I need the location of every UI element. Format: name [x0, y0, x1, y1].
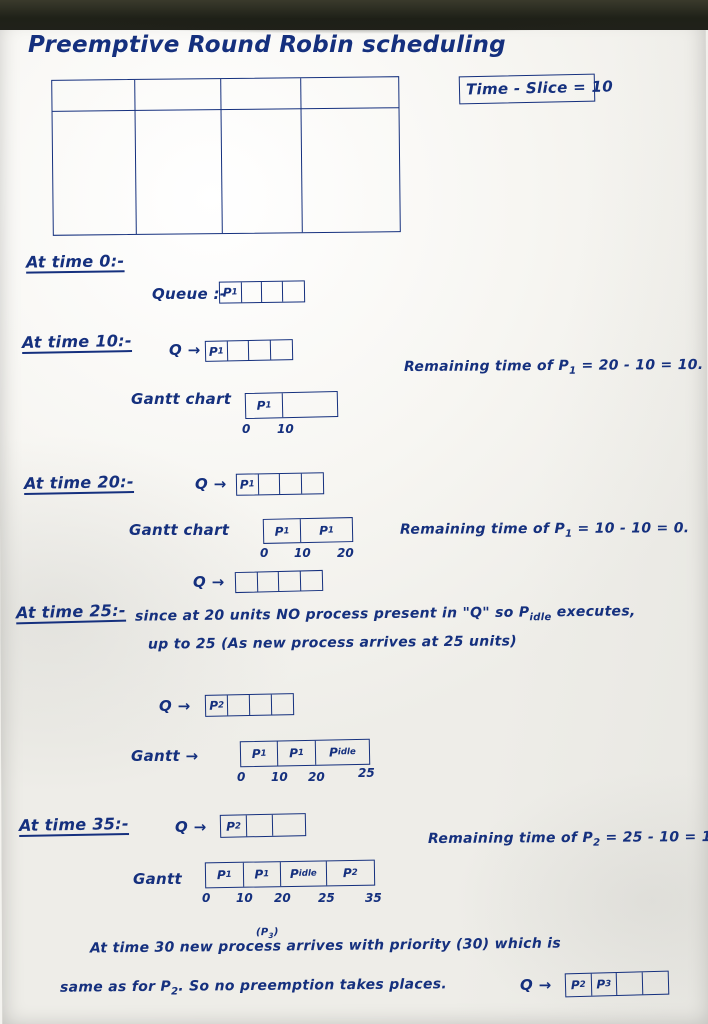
- queue-label-t35: Q →: [175, 818, 207, 836]
- footer-superscript: (P3): [255, 926, 279, 940]
- gantt-cell: P1: [243, 862, 282, 887]
- queue-cell: P2: [220, 815, 248, 837]
- tick-label: 20: [274, 891, 291, 905]
- queue-cell: [241, 282, 263, 303]
- gantt-cell: [283, 392, 337, 417]
- queue-cell: P3: [591, 973, 618, 996]
- gantt-box-t25: P1 P1 Pidle: [239, 738, 371, 768]
- queue-box-t35: P2: [219, 813, 307, 838]
- tick-label: 10: [271, 770, 288, 784]
- gantt-cell: P1: [263, 519, 302, 543]
- handwritten-note-photo: Preemptive Round Robin scheduling Time -…: [0, 0, 708, 1024]
- remaining-note-t20: Remaining time of P1 = 10 - 10 = 0.: [399, 520, 690, 540]
- queue-cell: [270, 340, 292, 359]
- tick-label: 10: [294, 546, 311, 560]
- gantt-label-t10: Gantt chart: [131, 390, 232, 408]
- queue-cell: [227, 341, 250, 361]
- gantt-cell: Pidle: [328, 745, 356, 760]
- queue-label-t0: Queue :-: [152, 285, 227, 303]
- tick-label: 35: [365, 891, 382, 905]
- queue-box-t0: P1: [218, 280, 306, 304]
- desk-background: [0, 0, 708, 40]
- queue-cell: [279, 473, 302, 494]
- queue-cell: P2: [565, 973, 592, 997]
- footer-queue-box: P2 P3: [564, 970, 670, 998]
- tick-label: 10: [277, 422, 294, 436]
- queue-label-empty-t25: Q →: [193, 573, 225, 591]
- step-heading-t20: At time 20:-: [23, 472, 135, 493]
- queue-label-t20: Q →: [195, 475, 227, 493]
- gantt-box-t20: P1 P1: [262, 517, 354, 544]
- step-heading-t0: At time 0:-: [25, 251, 125, 272]
- step-heading-t35: At time 35:-: [18, 814, 130, 835]
- queue-cell: [273, 814, 305, 836]
- queue-box-empty-t25: [234, 569, 324, 594]
- queue-cell: [257, 572, 280, 592]
- gantt-label-t25: Gantt →: [131, 747, 199, 765]
- queue-cell: [642, 972, 668, 995]
- tick-label: 0: [237, 770, 246, 784]
- tick-label: 25: [318, 891, 335, 905]
- step-heading-t10: At time 10:-: [21, 331, 133, 352]
- queue-label-t10: Q →: [169, 341, 201, 359]
- queue-cell: [249, 694, 272, 715]
- gantt-cell: P1: [205, 862, 244, 888]
- gantt-cell: P2: [342, 866, 358, 881]
- queue-cell: [282, 281, 304, 301]
- queue-cell: [300, 571, 322, 591]
- tick-label: 25: [358, 766, 375, 780]
- gantt-box-t35: P1 P1 Pidle P2: [204, 859, 376, 889]
- queue-cell: P1: [205, 341, 228, 361]
- queue-cell: [258, 474, 281, 495]
- queue-cell: [235, 572, 258, 593]
- queue-box-t25: P2: [204, 693, 295, 717]
- gantt-cell: P1: [319, 523, 335, 538]
- remaining-note-t10: Remaining time of P1 = 20 - 10 = 10.: [403, 356, 704, 377]
- queue-cell: [246, 814, 274, 837]
- tick-label: 0: [242, 422, 251, 436]
- tick-label: 0: [260, 546, 269, 560]
- tick-label: 0: [202, 891, 211, 905]
- queue-cell: P2: [205, 695, 229, 716]
- step-heading-t25: At time 25:-: [15, 600, 127, 623]
- gantt-cell: P1: [245, 393, 284, 419]
- footer-line-2: same as for P2. So no preemption takes p…: [59, 976, 448, 998]
- queue-cell: [261, 281, 283, 302]
- tick-label: 20: [308, 770, 325, 784]
- queue-box-t20: P1: [235, 472, 325, 496]
- queue-cell: [278, 571, 301, 591]
- process-table: [51, 76, 401, 236]
- time-slice-label: Time - Slice = 10: [465, 77, 614, 99]
- remaining-note-t35: Remaining time of P2 = 25 - 10 = 15: [427, 828, 708, 849]
- gantt-cell: Pidle: [280, 861, 327, 887]
- gantt-cell: P1: [278, 740, 317, 766]
- gantt-label-t35: Gantt: [133, 870, 182, 888]
- tick-label: 20: [337, 546, 354, 560]
- queue-label-t25: Q →: [159, 697, 191, 715]
- queue-cell: P1: [236, 474, 259, 495]
- queue-cell: [301, 473, 323, 493]
- queue-cell: [228, 694, 251, 716]
- explain-line-2: up to 25 (As new process arrives at 25 u…: [147, 633, 517, 653]
- queue-cell: [271, 694, 293, 714]
- queue-cell: [248, 340, 271, 360]
- footer-queue-label: Q →: [520, 976, 552, 994]
- gantt-label-t20: Gantt chart: [129, 521, 230, 539]
- gantt-cell: P1: [240, 741, 279, 767]
- queue-cell: P1: [219, 282, 242, 303]
- gantt-box-t10: P1: [244, 390, 339, 420]
- tick-label: 10: [236, 891, 253, 905]
- queue-box-t10: P1: [204, 339, 294, 362]
- queue-cell: [616, 972, 643, 995]
